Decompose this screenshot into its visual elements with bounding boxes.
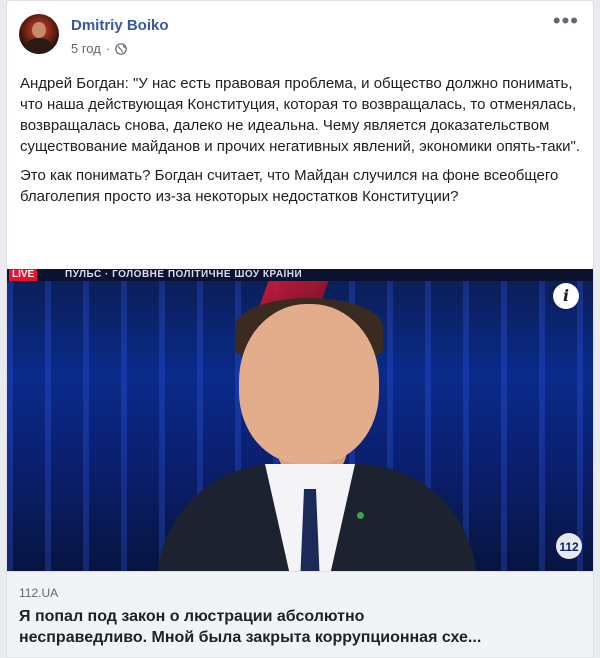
post-text: Андрей Богдан: "У нас есть правовая проб…: [20, 73, 580, 215]
ticker-text: ПУЛЬС · ГОЛОВНЕ ПОЛІТИЧНЕ ШОУ КРАЇНИ: [65, 269, 303, 280]
meta-separator: ·: [105, 41, 111, 56]
link-domain: 112.UA: [19, 586, 59, 600]
link-title[interactable]: Я попал под закон о люстрации абсолютно …: [19, 606, 584, 648]
avatar[interactable]: [19, 14, 59, 54]
link-caption[interactable]: 112.UA Я попал под закон о люстрации абс…: [7, 571, 593, 657]
channel-logo-text: 112: [559, 540, 579, 554]
link-title-line-1: Я попал под закон о люстрации абсолютно: [19, 608, 365, 625]
post-timestamp[interactable]: 5 год: [71, 41, 101, 56]
post-paragraph-1: Андрей Богдан: "У нас есть правовая проб…: [20, 75, 580, 155]
tv-ticker: LIVE ПУЛЬС · ГОЛОВНЕ ПОЛІТИЧНЕ ШОУ КРАЇН…: [7, 269, 593, 281]
author-name-link[interactable]: Dmitriy Boiko: [71, 17, 169, 34]
link-title-line-2: несправедливо. Мной была закрыта коррупц…: [19, 629, 482, 646]
post-paragraph-2: Это как понимать? Богдан считает, что Ма…: [20, 167, 559, 205]
live-badge: LIVE: [9, 269, 38, 281]
link-preview-image[interactable]: LIVE ПУЛЬС · ГОЛОВНЕ ПОЛІТИЧНЕ ШОУ КРАЇН…: [7, 269, 593, 571]
info-icon[interactable]: i: [553, 283, 579, 309]
channel-logo-icon: 112: [556, 533, 582, 559]
globe-icon[interactable]: [115, 42, 127, 55]
speaker-figure: [157, 298, 477, 571]
ellipsis-icon[interactable]: •••: [553, 10, 579, 32]
post-card: Dmitriy Boiko 5 год · ••• Андрей Богдан:…: [6, 0, 594, 658]
post-meta: 5 год ·: [71, 41, 127, 56]
